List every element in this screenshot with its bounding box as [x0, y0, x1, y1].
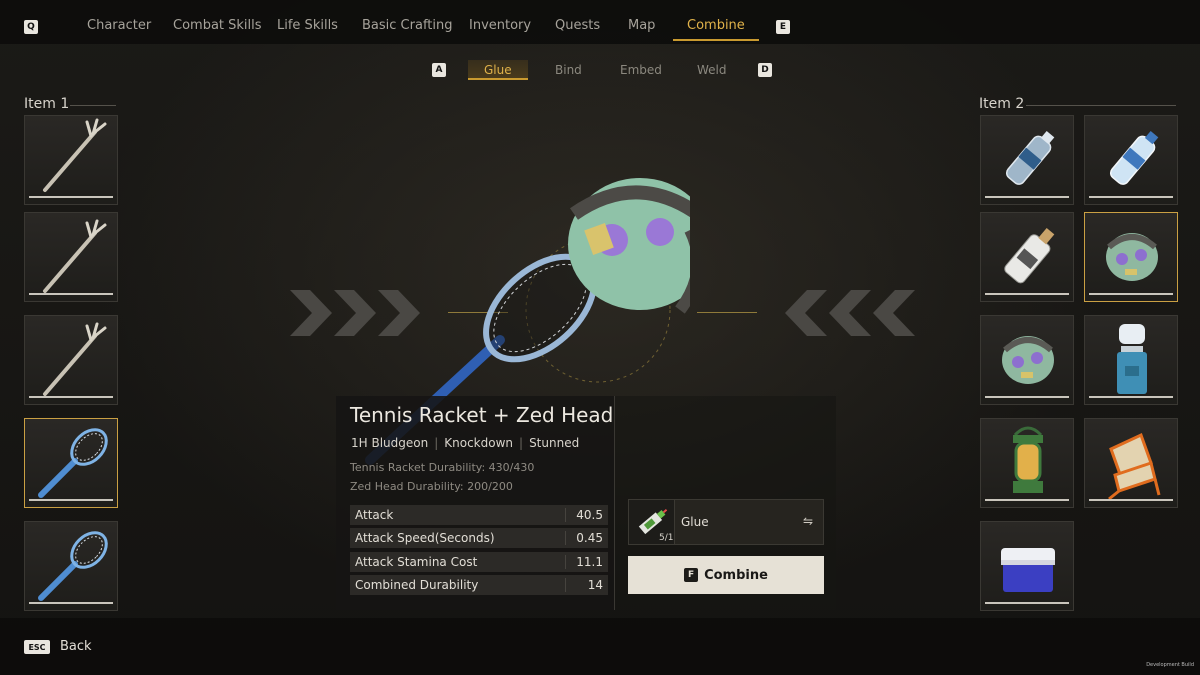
- item1-durability: Tennis Racket Durability: 430/430: [350, 461, 535, 474]
- mode-tab-embed[interactable]: Embed: [620, 63, 662, 77]
- white-bottle-icon: [1004, 227, 1055, 284]
- item2-slot[interactable]: [980, 315, 1074, 405]
- tab-basic-crafting[interactable]: Basic Crafting: [362, 18, 453, 33]
- stat-value: 0.45: [576, 531, 603, 545]
- stat-row: Attack 40.5: [350, 505, 608, 525]
- prev-mode-key[interactable]: A: [432, 63, 446, 77]
- result-tags: 1H Bludgeon | Knockdown | Stunned: [351, 436, 580, 450]
- item1-rule: [70, 105, 116, 106]
- water-bottle-icon: [1109, 130, 1159, 185]
- tab-inventory[interactable]: Inventory: [469, 18, 531, 33]
- item2-slot[interactable]: [1084, 418, 1178, 508]
- lantern-icon: [1013, 426, 1043, 493]
- tag-effect: Stunned: [529, 436, 580, 450]
- mode-tab-glue[interactable]: Glue: [468, 60, 528, 80]
- item1-slot[interactable]: [24, 212, 118, 302]
- tab-combat-skills[interactable]: Combat Skills: [173, 18, 262, 33]
- item2-rule: [1026, 105, 1176, 106]
- pitchfork-icon: [43, 219, 107, 293]
- cooler-box-icon: [1001, 548, 1055, 592]
- top-nav: Q Character Combat Skills Life Skills Ba…: [0, 0, 1200, 44]
- material-name: Glue: [681, 515, 709, 529]
- tab-life-skills[interactable]: Life Skills: [277, 18, 338, 33]
- swap-icon[interactable]: ⇋: [803, 514, 813, 528]
- material-selector[interactable]: Glue 5/1 ⇋: [628, 499, 824, 545]
- tennis-racket-icon: [38, 428, 108, 498]
- tab-map[interactable]: Map: [628, 18, 655, 33]
- tag-effect: Knockdown: [444, 436, 514, 450]
- stat-value: 14: [587, 578, 603, 592]
- mode-tab-bind[interactable]: Bind: [555, 63, 582, 77]
- next-tab-key[interactable]: E: [776, 20, 790, 34]
- stat-label: Attack: [355, 508, 394, 522]
- zed-head-icon: [1002, 336, 1054, 384]
- item1-slot-selected[interactable]: [24, 418, 118, 508]
- combine-button[interactable]: F Combine: [628, 556, 824, 594]
- stat-row: Attack Speed(Seconds) 0.45: [350, 528, 608, 548]
- item2-slot[interactable]: [1084, 115, 1178, 205]
- item1-slot[interactable]: [24, 315, 118, 405]
- tab-quests[interactable]: Quests: [555, 18, 600, 33]
- stat-label: Combined Durability: [355, 578, 479, 592]
- mode-tab-weld[interactable]: Weld: [697, 63, 727, 77]
- tab-combine[interactable]: Combine: [673, 18, 759, 41]
- combine-mode-tabs: A Glue Bind Embed Weld D: [0, 60, 1200, 82]
- item2-slot-selected[interactable]: [1084, 212, 1178, 302]
- result-title: Tennis Racket + Zed Head: [350, 403, 614, 427]
- combine-key: F: [684, 568, 699, 582]
- footer-bar: [0, 618, 1200, 675]
- folding-chair-icon: [1108, 432, 1161, 501]
- combine-label: Combine: [704, 567, 768, 583]
- item2-title: Item 2: [979, 96, 1025, 112]
- connector-line-right: [697, 312, 757, 313]
- item1-title: Item 1: [24, 96, 70, 112]
- pitchfork-icon: [43, 118, 107, 192]
- stat-value: 40.5: [576, 508, 603, 522]
- stat-label: Attack Stamina Cost: [355, 555, 478, 569]
- item2-slot[interactable]: [980, 521, 1074, 611]
- tab-character[interactable]: Character: [87, 18, 151, 33]
- next-mode-key[interactable]: D: [758, 63, 772, 77]
- water-bottle-icon: [1005, 130, 1055, 185]
- material-count: 5/1: [659, 533, 674, 543]
- item2-slot[interactable]: [980, 418, 1074, 508]
- tennis-racket-icon: [38, 531, 108, 601]
- build-label: Development Build: [1146, 662, 1194, 668]
- esc-key[interactable]: ESC: [24, 640, 50, 654]
- prev-tab-key[interactable]: Q: [24, 20, 38, 34]
- right-chevrons-icon: [785, 290, 915, 336]
- back-button[interactable]: Back: [60, 639, 92, 654]
- zed-head-icon: [1106, 233, 1158, 281]
- stat-label: Attack Speed(Seconds): [355, 531, 495, 545]
- stat-row: Attack Stamina Cost 11.1: [350, 552, 608, 572]
- stat-value: 11.1: [576, 555, 603, 569]
- item2-slot[interactable]: [980, 212, 1074, 302]
- item2-slot[interactable]: [980, 115, 1074, 205]
- tag-type: 1H Bludgeon: [351, 436, 429, 450]
- item1-slot[interactable]: [24, 521, 118, 611]
- water-cooler-icon: [1117, 324, 1147, 394]
- stat-row: Combined Durability 14: [350, 575, 608, 595]
- pitchfork-icon: [43, 322, 107, 396]
- item2-durability: Zed Head Durability: 200/200: [350, 480, 513, 493]
- item2-slot[interactable]: [1084, 315, 1178, 405]
- item1-slot[interactable]: [24, 115, 118, 205]
